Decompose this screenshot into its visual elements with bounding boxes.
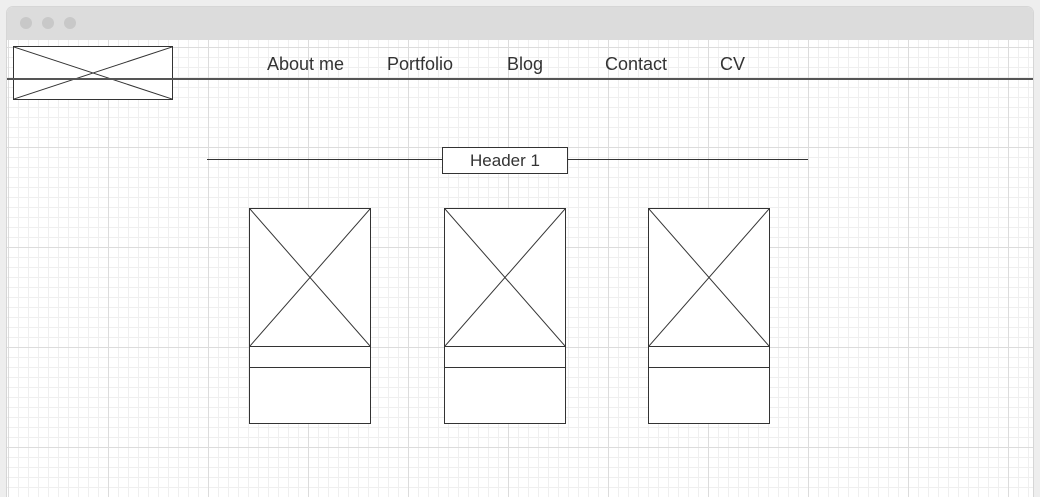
section-header: Header 1 — [442, 147, 568, 174]
card-title-placeholder — [648, 346, 770, 368]
image-placeholder-icon — [14, 47, 172, 99]
card-body-placeholder — [444, 367, 566, 424]
card-title-placeholder — [249, 346, 371, 368]
card-body-placeholder — [648, 367, 770, 424]
nav-item-cv[interactable]: CV — [720, 54, 745, 75]
header-rule-left — [207, 159, 443, 160]
image-placeholder-icon — [649, 209, 769, 346]
zoom-dot[interactable] — [64, 17, 76, 29]
portfolio-card[interactable] — [249, 208, 371, 424]
card-image-placeholder — [648, 208, 770, 347]
portfolio-card[interactable] — [444, 208, 566, 424]
image-placeholder-icon — [445, 209, 565, 346]
minimize-dot[interactable] — [42, 17, 54, 29]
window-titlebar — [7, 7, 1033, 40]
card-image-placeholder — [444, 208, 566, 347]
card-body-placeholder — [249, 367, 371, 424]
portfolio-card[interactable] — [648, 208, 770, 424]
nav-divider — [7, 78, 1033, 80]
browser-window: About me Portfolio Blog Contact CV Heade… — [7, 7, 1033, 497]
nav-item-about-me[interactable]: About me — [267, 54, 344, 75]
logo-image-placeholder[interactable] — [13, 46, 173, 100]
nav-item-blog[interactable]: Blog — [507, 54, 543, 75]
card-image-placeholder — [249, 208, 371, 347]
image-placeholder-icon — [250, 209, 370, 346]
card-title-placeholder — [444, 346, 566, 368]
nav-item-portfolio[interactable]: Portfolio — [387, 54, 453, 75]
header-rule-right — [567, 159, 808, 160]
nav-item-contact[interactable]: Contact — [605, 54, 667, 75]
close-dot[interactable] — [20, 17, 32, 29]
